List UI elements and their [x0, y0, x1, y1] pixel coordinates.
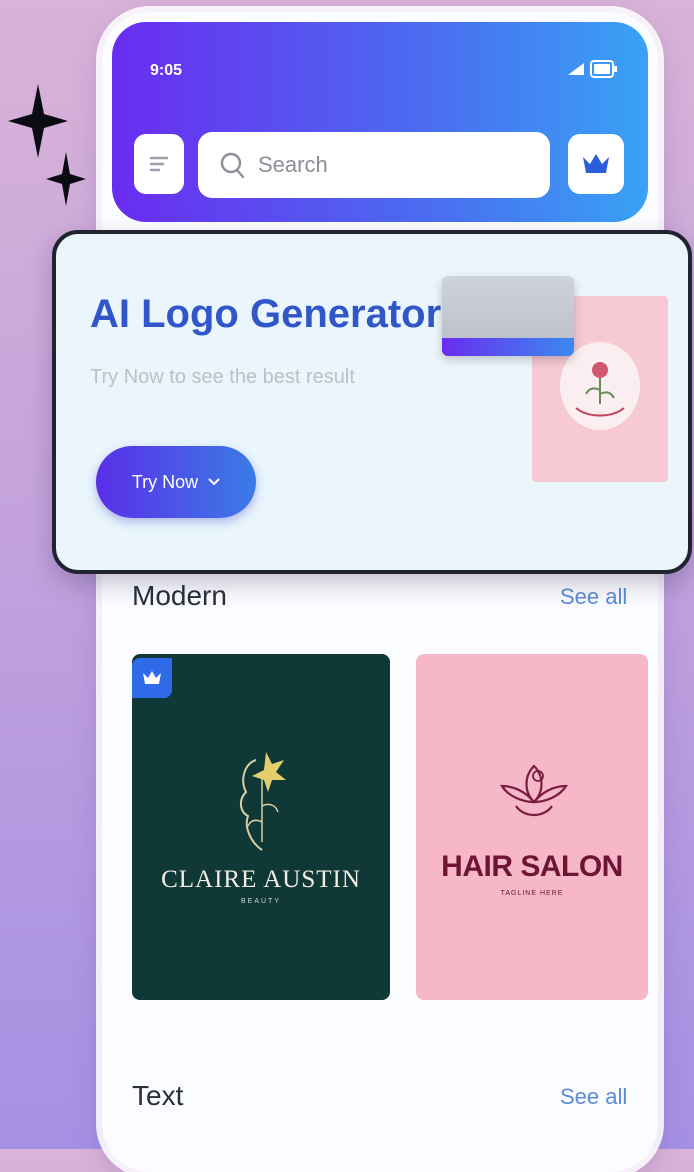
header-bar: 9:05 Search [112, 22, 648, 222]
lotus-woman-logo-icon [500, 764, 568, 817]
chevron-down-icon [208, 478, 220, 486]
status-time: 9:05 [150, 62, 183, 79]
crown-icon [583, 154, 609, 173]
battery-icon [590, 60, 617, 78]
premium-badge [132, 658, 172, 698]
menu-button[interactable] [134, 134, 184, 194]
promo-title: AI Logo Generator [90, 292, 442, 336]
premium-button[interactable] [568, 134, 624, 194]
card-logo-tagline: BEAUTY [240, 898, 281, 905]
signal-icon [568, 63, 584, 75]
try-now-label: Try Now [131, 471, 199, 492]
try-now-button[interactable]: Try Now [96, 446, 256, 518]
promo-banner: AI Logo Generator Try Now to see the bes… [52, 230, 692, 574]
promo-preview-window [442, 276, 574, 356]
search-input[interactable]: Search [198, 132, 550, 198]
woman-flower-logo-icon [240, 752, 286, 851]
search-placeholder: Search [258, 152, 328, 177]
card-logo-tagline: TAGLINE HERE [500, 890, 564, 897]
status-icons [567, 60, 618, 78]
section-title-modern: Modern [132, 580, 227, 611]
see-all-text-link[interactable]: See all [560, 1084, 627, 1110]
see-all-modern-link[interactable]: See all [560, 584, 627, 610]
search-icon [220, 152, 245, 179]
logo-template-card[interactable]: CLAIRE AUSTIN BEAUTY [132, 654, 390, 1000]
card-logo-name: HAIR SALON [441, 850, 623, 883]
menu-icon [149, 156, 169, 172]
crown-icon [143, 671, 161, 684]
sparkle-icon [46, 152, 86, 206]
promo-preview-bar [442, 338, 574, 356]
sparkle-icon [8, 84, 68, 158]
phone-screen: 9:05 Search Modern See all CLAIRE AUSTIN… [102, 12, 658, 1172]
section-title-text: Text [132, 1080, 184, 1111]
promo-subtitle: Try Now to see the best result [90, 366, 355, 388]
logo-template-card[interactable]: HAIR SALON TAGLINE HERE [416, 654, 648, 1000]
card-logo-name: CLAIRE AUSTIN [161, 866, 361, 893]
